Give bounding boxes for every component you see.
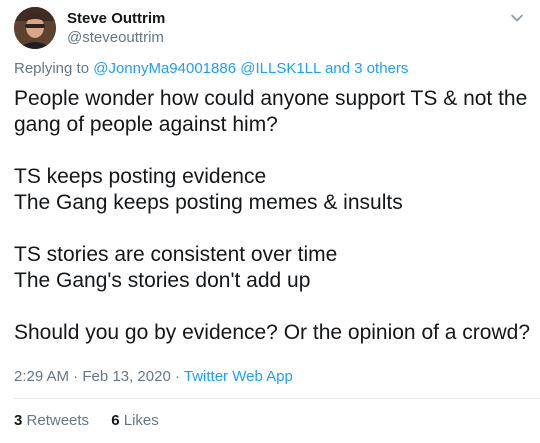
- likes-stat[interactable]: 6 Likes: [111, 412, 159, 429]
- author-name[interactable]: Steve Outtrim: [67, 10, 165, 27]
- tweet-meta: 2:29 AM · Feb 13, 2020 · Twitter Web App: [14, 368, 293, 385]
- tweet-card: Steve Outtrim @steveouttrim Replying to …: [0, 0, 540, 443]
- replying-prefix: Replying to: [14, 60, 90, 77]
- replying-and[interactable]: and: [325, 60, 350, 77]
- profile-avatar-image: [14, 7, 56, 49]
- retweets-label: Retweets: [26, 412, 90, 429]
- mention-link[interactable]: @ILLSK1LL: [240, 60, 321, 77]
- tweet-text: People wonder how could anyone support T…: [14, 86, 531, 346]
- replying-others-link[interactable]: 3 others: [354, 60, 408, 77]
- tweet-line: Should you go by evidence? Or the opinio…: [14, 321, 531, 344]
- tweet-gap: [14, 216, 526, 242]
- tweet-source-link[interactable]: Twitter Web App: [184, 368, 293, 385]
- chevron-down-icon[interactable]: [508, 9, 526, 27]
- meta-separator: ·: [174, 368, 180, 385]
- tweet-line: The Gang keeps posting memes & insults: [14, 191, 403, 214]
- tweet-line: TS stories are consistent over time: [14, 243, 338, 266]
- tweet-date[interactable]: Feb 13, 2020: [82, 368, 170, 385]
- divider: [14, 398, 540, 399]
- tweet-stats: 3 Retweets 6 Likes: [14, 412, 159, 429]
- tweet-line: TS keeps posting evidence: [14, 165, 267, 188]
- tweet-line: gang of people against him?: [14, 113, 278, 136]
- likes-label: Likes: [123, 412, 159, 429]
- meta-separator: ·: [73, 368, 79, 385]
- tweet-time[interactable]: 2:29 AM: [14, 368, 69, 385]
- tweet-gap: [14, 294, 526, 320]
- tweet-line: People wonder how could anyone support T…: [14, 87, 528, 110]
- replying-to: Replying to @JonnyMa94001886 @ILLSK1LL a…: [14, 60, 408, 77]
- likes-count: 6: [111, 412, 120, 429]
- avatar[interactable]: [14, 7, 56, 49]
- tweet-line: The Gang's stories don't add up: [14, 269, 311, 292]
- mention-link[interactable]: @JonnyMa94001886: [93, 60, 236, 77]
- author-handle[interactable]: @steveouttrim: [67, 29, 164, 46]
- retweets-count: 3: [14, 412, 23, 429]
- tweet-gap: [14, 138, 526, 164]
- retweets-stat[interactable]: 3 Retweets: [14, 412, 89, 429]
